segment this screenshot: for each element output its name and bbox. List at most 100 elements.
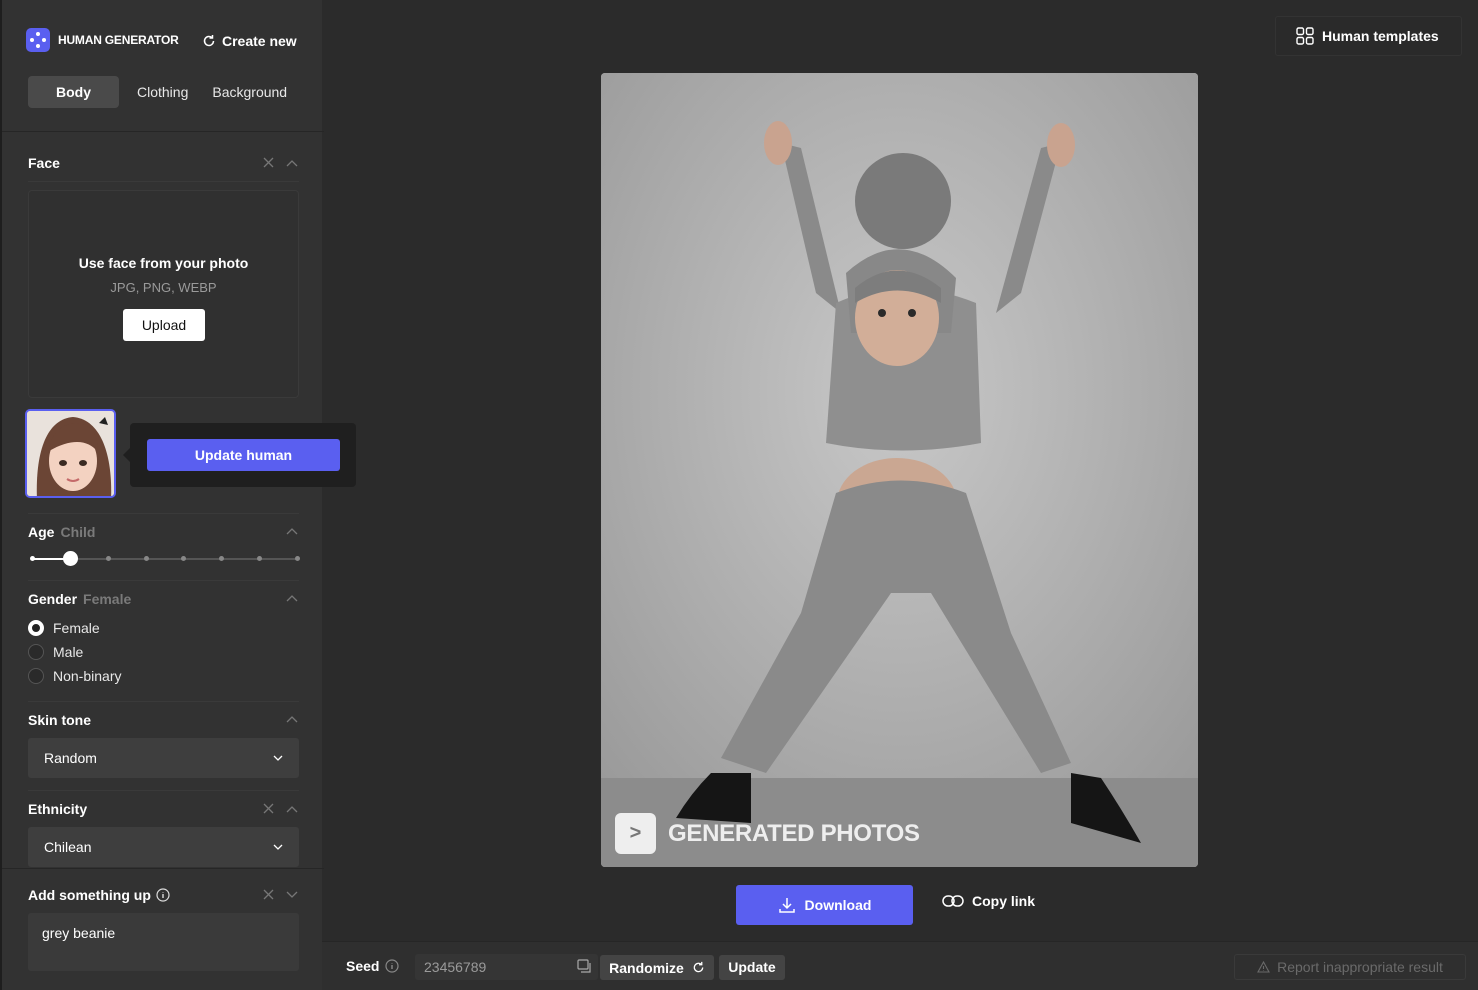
radio-label: Non-binary: [53, 668, 122, 684]
skin-tone-title: Skin tone: [28, 712, 92, 728]
divider: [2, 131, 324, 132]
face-thumbnail[interactable]: [25, 409, 116, 498]
divider: [28, 513, 299, 514]
human-templates-label: Human templates: [1322, 28, 1439, 44]
tab-background[interactable]: Background: [206, 76, 305, 108]
add-something-title: Add something up: [28, 887, 170, 903]
report-button[interactable]: Report inappropriate result: [1234, 954, 1466, 980]
tab-body[interactable]: Body: [28, 76, 119, 108]
info-icon[interactable]: [156, 888, 170, 902]
warning-icon: [1257, 961, 1271, 973]
refresh-icon: [203, 35, 215, 47]
human-templates-button[interactable]: Human templates: [1275, 16, 1462, 56]
gender-option-non-binary[interactable]: Non-binary: [28, 668, 121, 684]
radio-unselected[interactable]: [28, 644, 44, 660]
watermark-logo-icon: >: [615, 813, 656, 854]
divider: [28, 181, 299, 182]
tab-clothing[interactable]: Clothing: [119, 76, 206, 108]
ethnicity-select[interactable]: Chilean: [28, 827, 299, 867]
download-icon: [778, 898, 795, 913]
watermark: > GENERATED PHOTOS: [615, 813, 920, 854]
add-something-controls: [263, 889, 298, 900]
gender-option-female[interactable]: Female: [28, 620, 100, 636]
report-label: Report inappropriate result: [1277, 959, 1443, 975]
age-slider-step[interactable]: [295, 556, 300, 561]
age-slider-step[interactable]: [143, 556, 149, 561]
age-label: Age: [28, 524, 55, 540]
chevron-down-icon: [273, 844, 283, 850]
info-icon[interactable]: [385, 959, 400, 973]
refresh-icon: [693, 961, 704, 973]
chevron-up-icon[interactable]: [286, 715, 298, 723]
ethnicity-controls: [263, 803, 298, 814]
upload-title: Use face from your photo: [78, 255, 249, 271]
age-title: Age Child: [28, 524, 95, 540]
radio-unselected[interactable]: [28, 668, 44, 684]
download-label: Download: [804, 897, 872, 913]
copy-icon[interactable]: [577, 959, 591, 973]
age-slider-step[interactable]: [30, 556, 35, 561]
gender-controls: [286, 594, 298, 602]
skin-tone-value: Random: [44, 750, 97, 766]
face-controls: [263, 157, 298, 168]
divider: [28, 580, 299, 581]
upload-formats: JPG, PNG, WEBP: [110, 280, 217, 295]
age-slider[interactable]: [30, 551, 300, 566]
ethnicity-title: Ethnicity: [28, 801, 88, 817]
age-value: Child: [60, 524, 96, 540]
add-something-label: Add something up: [28, 887, 151, 903]
generated-person-image: [601, 73, 1198, 867]
chevron-up-icon[interactable]: [286, 159, 298, 167]
update-button[interactable]: Update: [719, 955, 785, 980]
update-human-button[interactable]: Update human: [147, 439, 340, 471]
randomize-button[interactable]: Randomize: [600, 955, 714, 980]
ethnicity-value: Chilean: [44, 839, 92, 855]
radio-label: Male: [53, 644, 84, 660]
seed-label-text: Seed: [346, 958, 380, 974]
copy-link-button[interactable]: Copy link: [942, 893, 1035, 909]
skin-tone-select[interactable]: Random: [28, 738, 299, 778]
age-slider-step[interactable]: [257, 556, 263, 561]
seed-label: Seed: [346, 958, 400, 974]
close-icon[interactable]: [263, 157, 274, 168]
gender-value: Female: [83, 591, 132, 607]
age-slider-knob[interactable]: [62, 551, 78, 566]
add-something-input[interactable]: grey beanie: [28, 913, 299, 971]
close-icon[interactable]: [263, 803, 274, 814]
randomize-label: Randomize: [609, 959, 684, 976]
create-new-button[interactable]: Create new: [202, 33, 297, 49]
watermark-text: GENERATED PHOTOS: [668, 819, 920, 847]
age-slider-step[interactable]: [105, 556, 111, 561]
tab-bar: Body Clothing Background: [28, 76, 305, 108]
face-upload-area[interactable]: Use face from your photo JPG, PNG, WEBP …: [28, 190, 299, 398]
skin-tone-controls: [286, 715, 298, 723]
age-controls: [286, 527, 298, 535]
download-button[interactable]: Download: [736, 885, 913, 925]
chevron-up-icon[interactable]: [286, 527, 298, 535]
chevron-up-icon[interactable]: [286, 805, 298, 813]
age-slider-step[interactable]: [219, 556, 225, 561]
bottom-bar: Seed 23456789 Randomize Update Report in…: [322, 941, 1478, 990]
brand-name: HUMAN GENERATOR: [58, 33, 179, 47]
seed-input[interactable]: 23456789: [415, 954, 598, 980]
chevron-down-icon[interactable]: [286, 891, 298, 899]
gender-option-male[interactable]: Male: [28, 644, 83, 660]
generated-photo: > GENERATED PHOTOS: [601, 73, 1198, 867]
chevron-up-icon[interactable]: [286, 594, 298, 602]
age-slider-step[interactable]: [181, 556, 187, 561]
brand[interactable]: HUMAN GENERATOR: [26, 28, 179, 52]
divider: [28, 701, 299, 702]
logo-icon: [26, 28, 50, 52]
create-new-label: Create new: [222, 33, 297, 49]
divider: [28, 790, 299, 791]
grid-icon: [1296, 27, 1314, 45]
main-area: Human templates > GENERATED PHOTOS Downl…: [322, 0, 1478, 990]
radio-label: Female: [53, 620, 100, 636]
chevron-down-icon: [273, 755, 283, 761]
sidebar: HUMAN GENERATOR Create new Body Clothing…: [0, 0, 356, 990]
upload-button[interactable]: Upload: [123, 309, 205, 341]
radio-selected[interactable]: [28, 620, 44, 636]
gender-title: Gender Female: [28, 591, 131, 607]
close-icon[interactable]: [263, 889, 274, 900]
gender-label: Gender: [28, 591, 78, 607]
